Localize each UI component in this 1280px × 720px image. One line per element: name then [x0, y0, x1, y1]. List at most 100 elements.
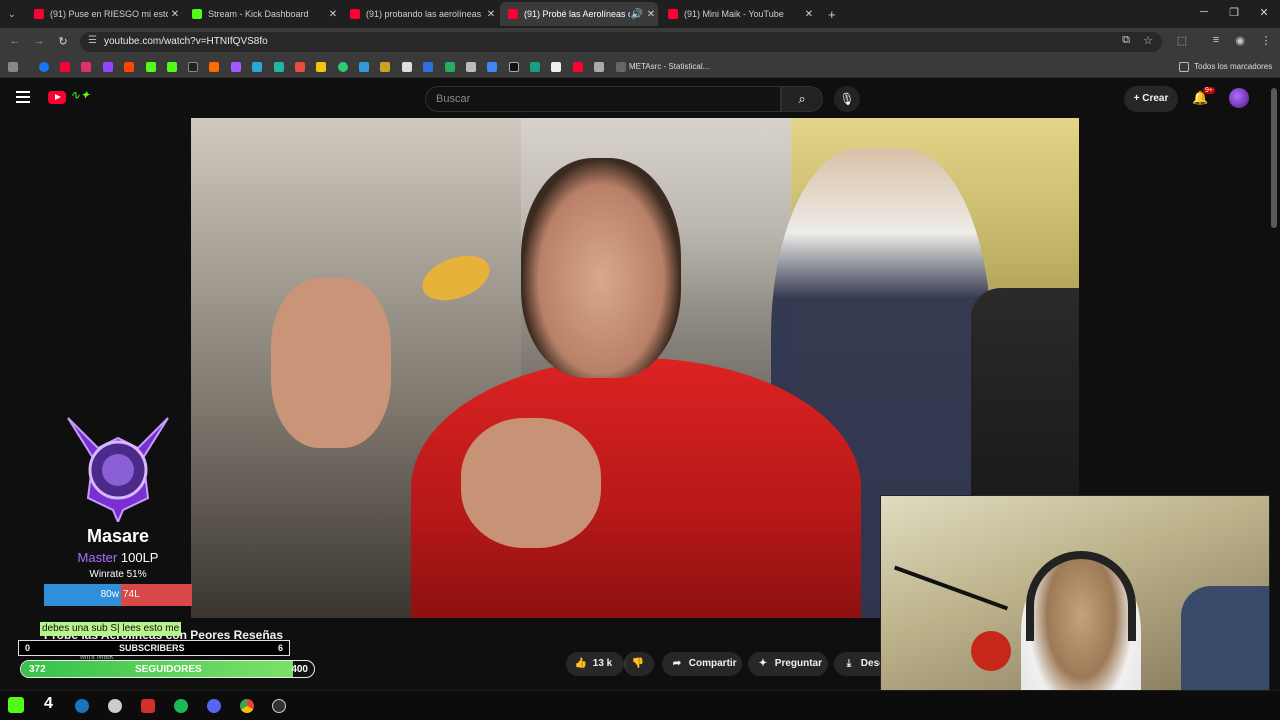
bookmark-icon[interactable] — [445, 62, 455, 72]
tab-1[interactable]: (91) Puse en RIESGO mi estómago ✕ — [26, 2, 182, 26]
profile-icon[interactable]: ◉ — [1233, 34, 1247, 47]
search-button[interactable]: ⌕ — [781, 86, 823, 112]
bookmark-icon[interactable] — [551, 62, 561, 72]
speaker-icon[interactable]: 🔊 — [630, 9, 644, 20]
reading-list-icon[interactable]: ≡ — [1209, 34, 1223, 46]
notification-badge: 9+ — [1203, 87, 1215, 94]
bookmark-icon[interactable] — [359, 62, 369, 72]
kick-icon[interactable] — [167, 62, 177, 72]
address-bar[interactable]: ☰ youtube.com/watch?v=HTNIfQVS8fo — [80, 32, 1162, 52]
subs-label: SUBSCRIBERS — [119, 643, 185, 653]
share-button[interactable]: ➦ Compartir — [662, 652, 742, 676]
create-label: Crear — [1142, 93, 1169, 104]
tab-2[interactable]: Stream - Kick Dashboard ✕ — [184, 2, 340, 26]
avatar[interactable] — [1229, 88, 1249, 108]
tab-title: (91) Probé las Aerolíneas co — [524, 9, 630, 19]
twitch-icon[interactable] — [103, 62, 113, 72]
chevron-down-icon: ⌄ — [8, 8, 16, 19]
bookmark-icon[interactable] — [338, 62, 348, 72]
scrollbar[interactable] — [1271, 88, 1277, 228]
reload-button[interactable]: ↻ — [56, 35, 70, 48]
bookmark-icon[interactable] — [594, 62, 604, 72]
settings-icon[interactable] — [108, 699, 122, 713]
video-frame-hand — [461, 418, 601, 548]
tiktok-icon[interactable] — [188, 62, 198, 72]
tab-5[interactable]: (91) Mini Maik - YouTube ✕ — [660, 2, 816, 26]
sparkle-icon: ✦ — [758, 658, 768, 669]
discord-icon[interactable] — [207, 699, 221, 713]
tab-title: (91) Puse en RIESGO mi estómago — [50, 9, 168, 19]
bookmark-icon[interactable] — [252, 62, 262, 72]
win-loss-bar: 80w 74L — [44, 584, 192, 606]
bookmark-icon[interactable] — [530, 62, 540, 72]
kick-icon[interactable] — [146, 62, 156, 72]
site-info-icon[interactable]: ☰ — [88, 35, 97, 46]
apps-icon[interactable] — [8, 62, 18, 72]
bookmark-icon[interactable] — [295, 62, 305, 72]
minimize-button[interactable]: ─ — [1196, 6, 1212, 18]
webcam-microphone — [971, 631, 1011, 671]
bookmark-icon[interactable] — [573, 62, 583, 72]
extensions-icon[interactable]: ⬚ — [1175, 34, 1189, 47]
kick-app-icon[interactable] — [8, 697, 24, 713]
new-tab-button[interactable]: + — [820, 2, 840, 26]
bookmark-icon[interactable] — [316, 62, 326, 72]
bookmark-icon[interactable] — [380, 62, 390, 72]
search-input[interactable]: Buscar — [425, 86, 781, 112]
subs-goal: 6 — [277, 643, 283, 653]
bookmark-icon[interactable] — [209, 62, 219, 72]
steam-icon[interactable] — [75, 699, 89, 713]
ask-button[interactable]: ✦ Preguntar — [748, 652, 828, 676]
bookmark-icon[interactable] — [509, 62, 519, 72]
close-icon[interactable]: ✕ — [644, 9, 658, 20]
bookmark-metasrc[interactable]: METAsrc - Statistical... — [629, 62, 709, 71]
bookmark-icon[interactable] — [466, 62, 476, 72]
cast-icon[interactable]: ⧉ — [1119, 34, 1133, 47]
close-window-button[interactable]: ✕ — [1256, 6, 1272, 19]
forward-button[interactable]: → — [32, 35, 46, 47]
youtube-favicon-icon — [350, 9, 360, 19]
all-bookmarks-button[interactable]: Todos los marcadores — [1194, 62, 1272, 71]
tab-4-active[interactable]: (91) Probé las Aerolíneas co 🔊 ✕ — [500, 2, 658, 26]
rank-player-name: Masare — [86, 526, 150, 546]
close-icon[interactable]: ✕ — [802, 9, 816, 20]
browser-tab-strip: ⌄ (91) Puse en RIESGO mi estómago ✕ Stre… — [0, 0, 1280, 28]
bookmark-icon[interactable] — [231, 62, 241, 72]
tab-search-button[interactable]: ⌄ — [0, 2, 24, 26]
facebook-icon[interactable] — [39, 62, 49, 72]
create-button[interactable]: + Crear — [1124, 86, 1178, 112]
close-icon[interactable]: ✕ — [168, 9, 182, 20]
spotify-icon[interactable] — [174, 699, 188, 713]
instagram-icon[interactable] — [81, 62, 91, 72]
youtube-icon[interactable] — [60, 62, 70, 72]
chrome-icon[interactable] — [240, 699, 254, 713]
youtube-logo-icon[interactable] — [48, 91, 66, 104]
star-icon[interactable]: ☆ — [1141, 34, 1155, 47]
losses-segment: 74L — [120, 584, 192, 606]
restore-button[interactable]: ❐ — [1226, 6, 1242, 19]
bookmark-icon[interactable] — [124, 62, 134, 72]
rank-tier-name: Master — [77, 550, 118, 565]
close-icon[interactable]: ✕ — [484, 9, 498, 20]
download-icon: ⤓ — [846, 658, 852, 669]
menu-icon[interactable]: ⋮ — [1259, 34, 1273, 47]
tab-3[interactable]: (91) probando las aerolíneas con ✕ — [342, 2, 498, 26]
bookmark-icon[interactable] — [487, 62, 497, 72]
bookmark-icon[interactable] — [423, 62, 433, 72]
menu-icon[interactable] — [16, 91, 30, 103]
bookmark-icon[interactable] — [402, 62, 412, 72]
back-button[interactable]: ← — [8, 35, 22, 47]
chat-message-overlay: debes una sub S| lees esto me — [40, 622, 182, 636]
close-icon[interactable]: ✕ — [326, 9, 340, 20]
folder-icon — [1179, 62, 1189, 72]
youtube-header: ∿✦ Buscar ⌕ 🎙 + Crear 🔔 9+ — [0, 80, 1280, 118]
obs-icon[interactable] — [272, 699, 286, 713]
ask-label: Preguntar — [774, 658, 823, 669]
webcam-headset — [1026, 551, 1136, 641]
download-button[interactable]: ⤓ Descargar — [834, 652, 880, 676]
dislike-button[interactable]: 👎 — [624, 652, 654, 676]
like-button[interactable]: 👍 13 k — [566, 652, 624, 676]
bookmark-icon[interactable] — [274, 62, 284, 72]
voice-search-button[interactable]: 🎙 — [834, 86, 860, 112]
riot-icon[interactable] — [141, 699, 155, 713]
